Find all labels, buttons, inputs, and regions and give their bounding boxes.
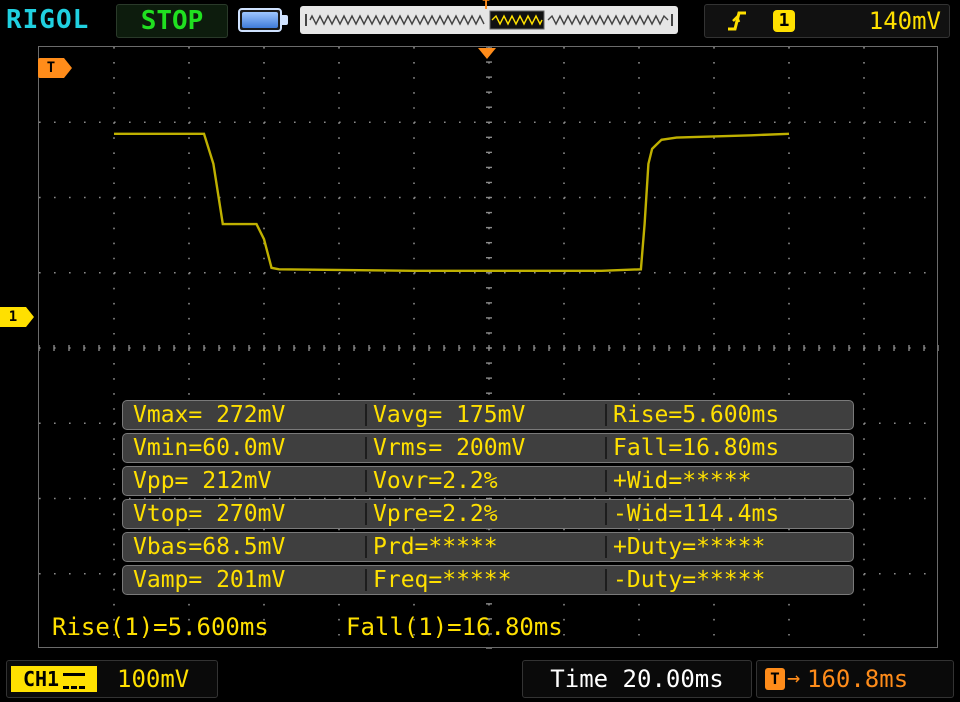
column-divider	[365, 470, 367, 492]
battery-icon	[238, 8, 288, 32]
channel1-offset-marker[interactable]: 1	[0, 307, 34, 327]
trigger-position-icon: T	[482, 0, 490, 13]
measurement-row: Vmin=60.0mV Vrms= 200mV Fall=16.80ms	[122, 433, 854, 463]
run-stop-status[interactable]: STOP	[116, 4, 228, 38]
measurement-value: Rise=5.600ms	[613, 402, 780, 428]
trigger-source-channel: 1	[773, 10, 795, 32]
measurement-value: Vtop= 270mV	[133, 501, 286, 527]
channel1-scale: 100mV	[117, 665, 190, 693]
column-divider	[365, 437, 367, 459]
measurement-value: Freq=*****	[373, 567, 512, 593]
measurement-value: Fall=16.80ms	[613, 435, 780, 461]
measurement-table: Vmax= 272mV Vavg= 175mV Rise=5.600ms Vmin=6…	[122, 400, 854, 598]
trigger-level-marker[interactable]: T	[38, 58, 72, 80]
channel1-tag: CH1	[11, 666, 97, 692]
trigger-settings[interactable]: 1 140mV	[704, 4, 950, 38]
waveform-trace-ch1	[114, 132, 790, 272]
measurement-value: Vmax= 272mV	[133, 402, 286, 428]
column-divider	[365, 503, 367, 525]
trigger-offset-value: 160.8ms	[807, 665, 909, 693]
measurement-row: Vpp= 212mV Vovr=2.2% +Wid=*****	[122, 466, 854, 496]
measurement-value: Vovr=2.2%	[373, 468, 498, 494]
measurement-row: Vbas=68.5mV Prd=***** +Duty=*****	[122, 532, 854, 562]
column-divider	[365, 536, 367, 558]
timebase-setting[interactable]: Time 20.00ms	[522, 660, 752, 698]
measurement-value: -Wid=114.4ms	[613, 501, 780, 527]
column-divider	[605, 470, 607, 492]
measurement-value: Prd=*****	[373, 534, 498, 560]
brand-logo: RIGOL	[6, 5, 90, 35]
measurement-row: Vmax= 272mV Vavg= 175mV Rise=5.600ms	[122, 400, 854, 430]
measurement-value: Vpp= 212mV	[133, 468, 272, 494]
column-divider	[605, 569, 607, 591]
channel1-settings[interactable]: CH1 100mV	[6, 660, 218, 698]
rising-edge-icon	[725, 5, 749, 37]
column-divider	[605, 536, 607, 558]
column-divider	[605, 437, 607, 459]
bottom-status-bar: CH1 100mV Time 20.00ms T → 160.8ms	[0, 656, 960, 702]
measurement-value: Vavg= 175mV	[373, 402, 526, 428]
top-status-bar: RIGOL STOP T 1 140mV	[0, 0, 960, 40]
measurement-value: -Duty=*****	[613, 567, 766, 593]
measurement-value: Vamp= 201mV	[133, 567, 286, 593]
measurement-value: Vrms= 200mV	[373, 435, 526, 461]
trigger-offset-icon: T	[765, 668, 785, 690]
trigger-level-value: 140mV	[868, 7, 941, 35]
rise-summary: Rise(1)=5.600ms	[52, 613, 269, 641]
measurement-value: Vbas=68.5mV	[133, 534, 286, 560]
measurement-value: Vpre=2.2%	[373, 501, 498, 527]
measurement-row: Vtop= 270mV Vpre=2.2% -Wid=114.4ms	[122, 499, 854, 529]
measurement-value: +Wid=*****	[613, 468, 752, 494]
column-divider	[605, 503, 607, 525]
trigger-offset-setting[interactable]: T → 160.8ms	[756, 660, 954, 698]
column-divider	[365, 569, 367, 591]
fall-summary: Fall(1)=16.80ms	[346, 613, 563, 641]
measurement-value: Vmin=60.0mV	[133, 435, 286, 461]
column-divider	[365, 404, 367, 426]
measurement-value: +Duty=*****	[613, 534, 766, 560]
measurement-row: Vamp= 201mV Freq=***** -Duty=*****	[122, 565, 854, 595]
dc-coupling-icon	[63, 672, 86, 689]
trigger-position-marker[interactable]	[476, 46, 498, 62]
column-divider	[605, 404, 607, 426]
arrow-right-icon: →	[787, 666, 801, 691]
